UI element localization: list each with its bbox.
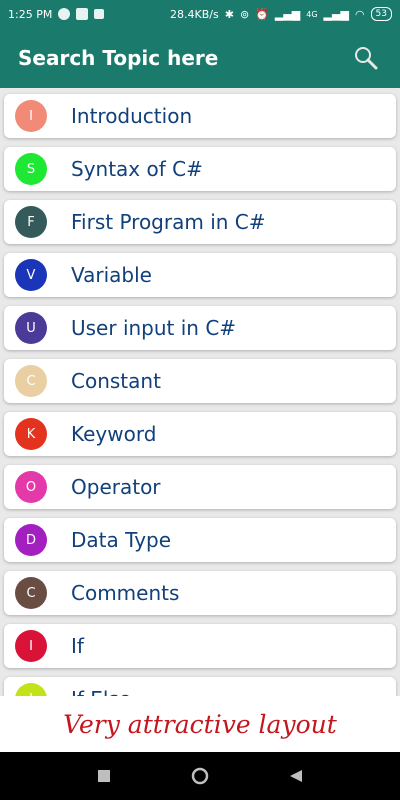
topic-avatar: F xyxy=(15,206,47,238)
topic-avatar: V xyxy=(15,259,47,291)
topic-avatar: I xyxy=(15,683,47,696)
topic-list[interactable]: I Introduction S Syntax of C# F First Program… xyxy=(0,88,400,696)
topic-label: Introduction xyxy=(71,104,193,128)
page-title[interactable]: Search Topic here xyxy=(18,46,218,70)
signal-icon-2: ▂▄▆ xyxy=(323,7,349,21)
topic-avatar: S xyxy=(15,153,47,185)
topic-avatar: K xyxy=(15,418,47,450)
back-button[interactable] xyxy=(284,764,308,788)
topic-label: Comments xyxy=(71,581,180,605)
navigation-bar xyxy=(0,752,400,800)
topic-item[interactable]: V Variable xyxy=(4,253,396,297)
topic-avatar: I xyxy=(15,630,47,662)
topic-item[interactable]: U User input in C# xyxy=(4,306,396,350)
topic-item[interactable]: I If xyxy=(4,624,396,668)
topic-avatar: D xyxy=(15,524,47,556)
topic-label: User input in C# xyxy=(71,316,237,340)
topic-label: Variable xyxy=(71,263,152,287)
topic-item[interactable]: O Operator xyxy=(4,465,396,509)
topic-avatar: I xyxy=(15,100,47,132)
topic-item[interactable]: F First Program in C# xyxy=(4,200,396,244)
topic-item[interactable]: C Constant xyxy=(4,359,396,403)
topic-label: If xyxy=(71,634,84,658)
signal-icon: ▂▄▆ xyxy=(274,7,301,21)
telegram-icon xyxy=(58,8,71,20)
alarm-icon: ⏰ xyxy=(255,7,269,21)
app-bar: Search Topic here xyxy=(0,28,400,88)
network-type: 4G xyxy=(306,9,318,19)
topic-label: Operator xyxy=(71,475,161,499)
network-speed: 28.4KB/s xyxy=(170,7,219,21)
search-icon[interactable] xyxy=(350,42,382,74)
topic-item[interactable]: I If Else xyxy=(4,677,396,696)
banner-text: Very attractive layout xyxy=(63,709,337,739)
topic-label: Constant xyxy=(71,369,161,393)
topic-avatar: O xyxy=(15,471,47,503)
topic-label: Keyword xyxy=(71,422,157,446)
topic-item[interactable]: D Data Type xyxy=(4,518,396,562)
vpn-key-icon: ⊚ xyxy=(239,7,250,21)
topic-item[interactable]: C Comments xyxy=(4,571,396,615)
topic-label: If Else xyxy=(71,687,131,696)
topic-item[interactable]: I Introduction xyxy=(4,94,396,138)
topic-label: Syntax of C# xyxy=(71,157,203,181)
battery-indicator: 53 xyxy=(370,7,392,21)
status-time: 1:25 PM xyxy=(8,7,53,21)
topic-avatar: U xyxy=(15,312,47,344)
topic-item[interactable]: K Keyword xyxy=(4,412,396,456)
promo-banner: Very attractive layout xyxy=(0,696,400,752)
topic-avatar: C xyxy=(15,577,47,609)
bluetooth-icon: ✱ xyxy=(224,7,234,21)
topic-item[interactable]: S Syntax of C# xyxy=(4,147,396,191)
recent-apps-button[interactable] xyxy=(92,764,116,788)
home-button[interactable] xyxy=(188,764,212,788)
topic-label: Data Type xyxy=(71,528,172,552)
trash-icon xyxy=(94,9,105,19)
status-bar: 1:25 PM 28.4KB/s ✱ ⊚ ⏰ ▂▄▆ 4G ▂▄▆ ◠ 53 xyxy=(0,0,400,28)
news-icon xyxy=(76,8,89,20)
wifi-icon: ◠ xyxy=(354,7,365,21)
topic-avatar: C xyxy=(15,365,47,397)
topic-label: First Program in C# xyxy=(71,210,266,234)
